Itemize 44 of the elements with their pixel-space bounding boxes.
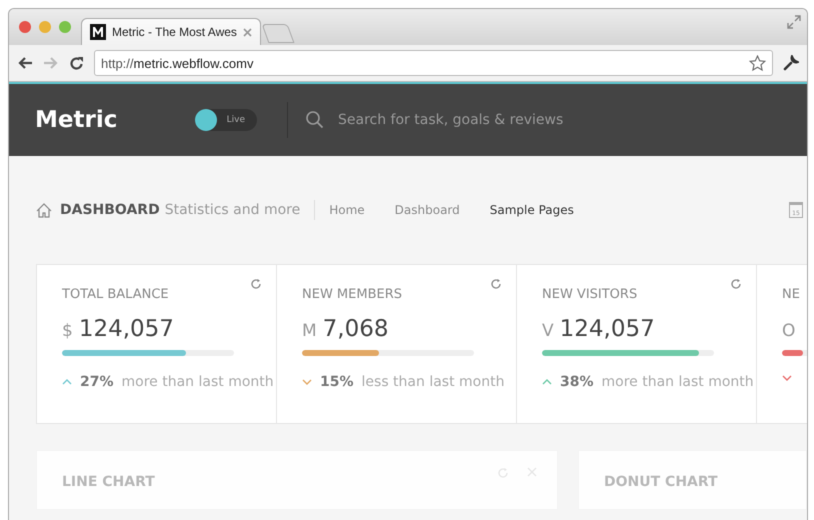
maximize-window-button[interactable] <box>59 21 71 33</box>
fullscreen-icon[interactable] <box>787 15 801 29</box>
stat-title: TOTAL BALANCE <box>62 287 170 302</box>
site-logo-icon <box>90 24 106 40</box>
browser-tab[interactable]: Metric - The Most Awes <box>81 18 261 45</box>
refresh-icon[interactable] <box>730 278 742 290</box>
stat-prefix: O <box>782 321 796 341</box>
stat-title: NE <box>782 287 801 302</box>
stat-value: 124,057 <box>78 316 174 342</box>
trend-note: more than last month <box>602 374 754 390</box>
stat-prefix: V <box>542 321 554 341</box>
minimize-window-button[interactable] <box>39 21 51 33</box>
stat-title: NEW VISITORS <box>542 287 638 302</box>
live-toggle[interactable]: Live <box>195 109 257 131</box>
stat-prefix: $ <box>62 321 73 341</box>
nav-link[interactable]: Sample Pages <box>490 203 574 217</box>
stat-value: 7,068 <box>322 316 389 342</box>
close-window-button[interactable] <box>19 21 31 33</box>
star-icon[interactable] <box>749 54 766 72</box>
reload-icon[interactable] <box>69 56 84 70</box>
stat-prefix: M <box>302 321 317 341</box>
forward-icon[interactable] <box>43 56 59 70</box>
close-icon[interactable] <box>243 28 252 36</box>
trend-note: less than last month <box>362 374 504 390</box>
page-title: DASHBOARD <box>60 202 160 218</box>
address-bar[interactable]: http://metric.webflow.comv <box>94 50 773 76</box>
back-icon[interactable] <box>17 56 33 70</box>
stat-title: NEW MEMBERS <box>302 287 403 302</box>
panel-title: DONUT CHART <box>604 474 718 490</box>
refresh-icon[interactable] <box>490 278 502 290</box>
trend-percent: 15% <box>320 374 354 390</box>
new-tab-button[interactable] <box>262 24 294 43</box>
wrench-icon[interactable] <box>783 55 799 71</box>
trend-note: more than last month <box>122 374 274 390</box>
trend-percent: 38% <box>560 374 594 390</box>
search-field[interactable]: Search for task, goals & reviews <box>336 111 740 129</box>
refresh-icon[interactable] <box>250 278 262 290</box>
logo[interactable]: Metric <box>35 107 195 133</box>
trend-percent: 27% <box>80 374 114 390</box>
home-icon[interactable] <box>36 202 52 218</box>
search-icon <box>306 111 324 129</box>
stat-value: 124,057 <box>560 316 655 342</box>
panel-title: LINE CHART <box>62 474 155 490</box>
page-subtitle: Statistics and more <box>164 202 300 218</box>
